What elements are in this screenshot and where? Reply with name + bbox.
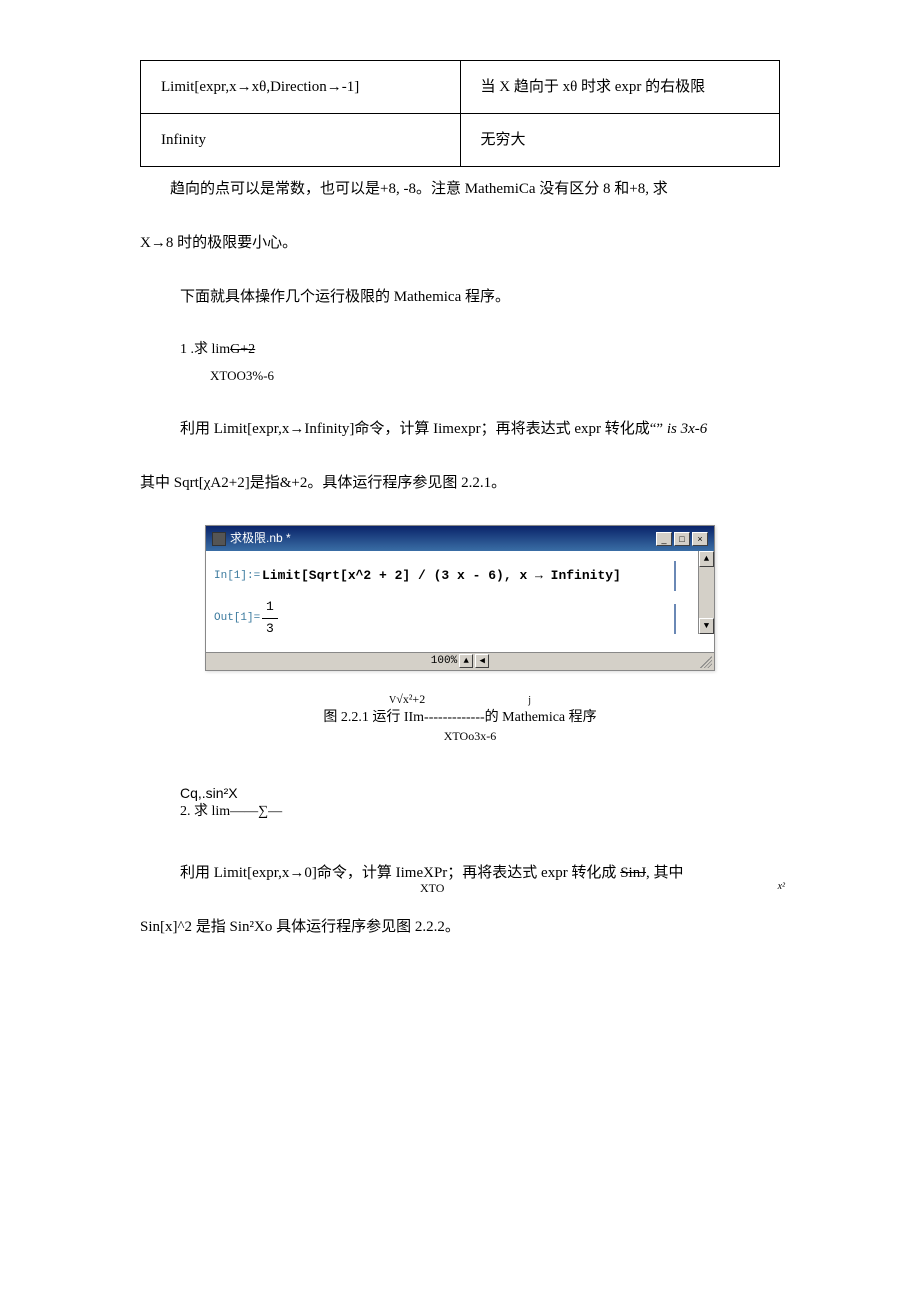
paragraph-explain2: 利用 Limit[expr,x→0]命令，计算 IimeXPr；再将表达式 ex… — [140, 861, 780, 885]
p5-subline: XTO — [420, 879, 444, 898]
zoom-label: 100% — [431, 653, 457, 671]
paragraph-explain1b: 其中 Sqrt[χA2+2]是指&+2。具体运行程序参见图 2.2.1。 — [140, 471, 780, 495]
p5-annot: x² — [778, 879, 785, 895]
problem-2-line1: Cq,.sin²X — [180, 784, 780, 802]
input-code[interactable]: Limit[Sqrt[x^2 + 2] / (3 x - 6), x → Inf… — [262, 566, 662, 587]
p5-strike: SinJ — [620, 865, 646, 881]
fraction-bot: 3 — [262, 619, 278, 640]
paragraph-explain1: 利用 Limit[expr,x→Infinity]命令，计算 Iimexpr；再… — [140, 417, 780, 441]
problem-2-line2: 2. 求 lim——∑— — [180, 803, 780, 821]
table-row: Limit[expr,x→xθ,Direction→-1] 当 X 趋向于 xθ… — [141, 61, 780, 114]
figure-caption: V√x²+2 j 图 2.2.1 运行 IIm-------------的 Ma… — [140, 691, 780, 744]
problem-1-den: XTOO3%-6 — [140, 366, 780, 387]
paragraph-explain2b: Sin[x]^2 是指 Sin²Xo 具体运行程序参见图 2.2.2。 — [140, 915, 780, 939]
paragraph-note: 趋向的点可以是常数，也可以是+8, -8。注意 MathemiCa 没有区分 8… — [140, 177, 780, 201]
cell-bracket-icon[interactable] — [668, 561, 676, 591]
app-icon — [212, 532, 226, 546]
window-titlebar[interactable]: 求极限.nb * _ □ × — [206, 526, 714, 551]
problem-1: 1 .求 limG+2 — [180, 339, 780, 361]
zoom-up-icon[interactable]: ▲ — [459, 654, 473, 668]
close-button[interactable]: × — [692, 532, 708, 546]
p5-text2: , 其中 — [646, 865, 684, 881]
p3-text: 利用 Limit[expr,x→Infinity]命令，计算 Iimexpr；再… — [180, 421, 667, 437]
window-body: In[1]:= Limit[Sqrt[x^2 + 2] / (3 x - 6),… — [206, 551, 714, 652]
table-cell-r2c2: 无穷大 — [460, 114, 780, 167]
fraction: 1 3 — [262, 597, 278, 640]
scroll-down-icon[interactable]: ▼ — [699, 618, 714, 634]
caption-superline: V√x²+2 j — [140, 691, 780, 708]
input-label: In[1]:= — [214, 568, 262, 586]
caption-formula-top: √x²+2 — [396, 692, 425, 706]
mathematica-window: 求极限.nb * _ □ × In[1]:= Limit[Sqrt[x^2 + … — [205, 525, 715, 671]
maximize-button[interactable]: □ — [674, 532, 690, 546]
window-statusbar: 100% ▲ ◀ — [206, 652, 714, 670]
fraction-top: 1 — [262, 597, 278, 619]
output-label: Out[1]= — [214, 610, 262, 628]
table-cell-r1c2: 当 X 趋向于 xθ 时求 expr 的右极限 — [460, 61, 780, 114]
input-row: In[1]:= Limit[Sqrt[x^2 + 2] / (3 x - 6),… — [214, 561, 676, 591]
p2l1-text: Cq,.sin²X — [180, 785, 238, 801]
problem-1-strike: G+2 — [230, 342, 255, 357]
output-value: 1 3 — [262, 597, 662, 640]
problem-1-text: 1 .求 lim — [180, 342, 230, 357]
table-cell-r2c1: Infinity — [141, 114, 461, 167]
limit-table: Limit[expr,x→xθ,Direction→-1] 当 X 趋向于 xθ… — [140, 60, 780, 167]
scroll-up-icon[interactable]: ▲ — [699, 551, 714, 567]
caption-formula-bot: XTOo3x-6 — [140, 728, 780, 745]
caption-main: 图 2.2.1 运行 IIm-------------的 Mathemica 程… — [140, 708, 780, 728]
output-row: Out[1]= 1 3 — [214, 597, 676, 640]
caption-j: j — [528, 695, 531, 706]
minimize-button[interactable]: _ — [656, 532, 672, 546]
problem-2: Cq,.sin²X 2. 求 lim——∑— — [180, 784, 780, 820]
cell-bracket-icon[interactable] — [668, 604, 676, 634]
resize-grip-icon[interactable] — [700, 656, 712, 668]
paragraph-note-cont: X→8 时的极限要小心。 — [140, 231, 780, 255]
window-buttons: _ □ × — [656, 532, 708, 546]
table-cell-r1c1: Limit[expr,x→xθ,Direction→-1] — [141, 61, 461, 114]
titlebar-left: 求极限.nb * — [212, 529, 291, 548]
vertical-scrollbar[interactable]: ▲ ▼ — [698, 551, 714, 634]
p3-italic: is 3x-6 — [667, 421, 707, 437]
zoom-left-icon[interactable]: ◀ — [475, 654, 489, 668]
table-row: Infinity 无穷大 — [141, 114, 780, 167]
paragraph-intro: 下面就具体操作几个运行极限的 Mathemica 程序。 — [140, 285, 780, 309]
p5-text: 利用 Limit[expr,x→0]命令，计算 IimeXPr；再将表达式 ex… — [180, 865, 620, 881]
zoom-control: 100% ▲ ◀ — [431, 653, 489, 671]
window-title: 求极限.nb * — [230, 529, 291, 548]
